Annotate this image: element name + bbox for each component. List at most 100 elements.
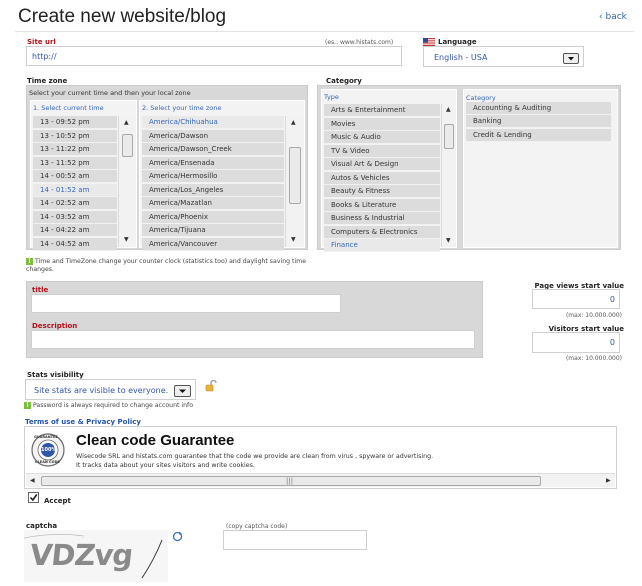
pageviews-value: 0 bbox=[609, 295, 615, 304]
type-list[interactable]: Type Arts & Entertainment Movies Music & A… bbox=[321, 89, 457, 252]
time-option[interactable]: 14 - 04:52 am bbox=[33, 237, 117, 251]
site-url-input[interactable]: http:// bbox=[26, 46, 402, 66]
stats-note: i Password is always required to change … bbox=[24, 402, 193, 409]
accept-checkbox[interactable] bbox=[28, 492, 39, 503]
type-option[interactable]: Finance bbox=[324, 239, 440, 252]
zone-option[interactable]: America/Mazatlan bbox=[142, 197, 284, 210]
timezone-instruction: Select your current time and then your l… bbox=[29, 89, 191, 97]
scroll-down-arrow-icon[interactable]: ▼ bbox=[446, 238, 451, 244]
time-list-header: 1. Select current time bbox=[33, 104, 104, 112]
zone-list-header: 2. Select your time zone bbox=[142, 104, 222, 112]
pageviews-input[interactable]: 0 bbox=[532, 289, 620, 309]
visitors-value: 0 bbox=[609, 338, 615, 347]
zone-option[interactable]: America/Hermosillo bbox=[142, 170, 284, 183]
zone-option[interactable]: America/Tijuana bbox=[142, 224, 284, 237]
type-option[interactable]: Beauty & Fitness bbox=[324, 185, 440, 198]
type-option[interactable]: Visual Art & Design bbox=[324, 158, 440, 171]
zone-option[interactable]: America/Los_Angeles bbox=[142, 183, 284, 197]
time-scrollbar[interactable]: ▲ ▼ bbox=[118, 116, 136, 247]
zone-option[interactable]: America/Chihuahua bbox=[142, 116, 284, 129]
zone-option[interactable]: America/Phoenix bbox=[142, 210, 284, 224]
category-label: Category bbox=[326, 77, 362, 85]
time-option[interactable]: 13 - 11:52 pm bbox=[33, 156, 117, 170]
stats-visibility-select[interactable]: Site stats are visible to everyone. bbox=[25, 379, 196, 400]
scroll-up-arrow-icon[interactable]: ▲ bbox=[291, 120, 296, 126]
terms-heading: Clean code Guarantee bbox=[76, 432, 235, 449]
grip-icon: ||| bbox=[286, 477, 294, 485]
captcha-text: VDZvg bbox=[28, 538, 135, 572]
terms-link[interactable]: Terms of use & Privacy Policy bbox=[25, 418, 141, 426]
site-url-example: (es.: www.histats.com) bbox=[325, 39, 394, 46]
time-option[interactable]: 13 - 11:22 pm bbox=[33, 143, 117, 156]
terms-line2: It tracks data about your sites visitors… bbox=[76, 462, 255, 469]
scroll-down-arrow-icon[interactable]: ▼ bbox=[124, 237, 129, 243]
scroll-down-arrow-icon[interactable]: ▼ bbox=[291, 237, 296, 243]
timezone-note: i Time and TimeZone change your counter … bbox=[26, 258, 316, 274]
type-option[interactable]: Business & Industrial bbox=[324, 212, 440, 225]
scroll-up-arrow-icon[interactable]: ▲ bbox=[124, 120, 129, 126]
subcategory-option[interactable]: Accounting & Auditing bbox=[466, 102, 611, 115]
badge-top-text: GUARANTEE bbox=[34, 435, 58, 439]
type-option[interactable]: Books & Literature bbox=[324, 198, 440, 212]
time-option[interactable]: 13 - 10:52 pm bbox=[33, 129, 117, 143]
title-input[interactable] bbox=[31, 294, 341, 313]
type-list-header: Type bbox=[324, 93, 339, 101]
type-scrollbar[interactable]: ▲ ▼ bbox=[441, 104, 456, 247]
subcategory-option[interactable]: Credit & Lending bbox=[466, 128, 611, 142]
scroll-right-arrow-icon[interactable]: ▶ bbox=[606, 478, 611, 484]
time-option[interactable]: 14 - 01:52 am bbox=[33, 183, 117, 197]
time-option[interactable]: 14 - 03:52 am bbox=[33, 210, 117, 224]
time-list[interactable]: 1. Select current time 13 - 09:52 pm 13 -… bbox=[30, 100, 137, 251]
visitors-max: (max: 10.000.000) bbox=[565, 355, 622, 362]
language-select[interactable]: English - USA bbox=[423, 46, 584, 67]
type-option[interactable]: Autos & Vehicles bbox=[324, 171, 440, 185]
title-label: title bbox=[32, 286, 49, 294]
type-option[interactable]: Computers & Electronics bbox=[324, 225, 440, 239]
terms-box: GUARANTEE 100% CLEAN CODE Clean code Gua… bbox=[24, 426, 617, 489]
refresh-icon[interactable] bbox=[172, 531, 183, 542]
zone-option[interactable]: America/Dawson_Creek bbox=[142, 143, 284, 156]
guarantee-badge-icon: GUARANTEE 100% CLEAN CODE bbox=[31, 433, 65, 467]
stats-dropdown-icon[interactable] bbox=[174, 385, 191, 397]
time-scroll-thumb[interactable] bbox=[122, 134, 133, 157]
pageviews-max: (max: 10.000.000) bbox=[565, 312, 622, 319]
terms-line1: Wisecode SRL and histats.com guarantee t… bbox=[76, 453, 434, 460]
time-option[interactable]: 14 - 00:52 am bbox=[33, 170, 117, 183]
language-label: Language bbox=[438, 38, 477, 46]
scroll-left-arrow-icon[interactable]: ◀ bbox=[30, 478, 35, 484]
time-option[interactable]: 14 - 02:52 am bbox=[33, 197, 117, 210]
page-title: Create new website/blog bbox=[18, 6, 227, 27]
type-option[interactable]: Arts & Entertainment bbox=[324, 104, 440, 117]
terms-h-scrollbar[interactable]: ◀ ||| ▶ bbox=[26, 473, 615, 487]
subcategory-list[interactable]: Category Accounting & Auditing Banking Cre… bbox=[463, 89, 618, 248]
zone-option[interactable]: America/Dawson bbox=[142, 129, 284, 143]
scroll-up-arrow-icon[interactable]: ▲ bbox=[446, 107, 451, 113]
zone-scrollbar[interactable]: ▲ ▼ bbox=[285, 116, 304, 247]
zone-option[interactable]: America/Ensenada bbox=[142, 156, 284, 170]
timezone-panel: Select your current time and then your l… bbox=[26, 85, 308, 251]
type-option[interactable]: Music & Audio bbox=[324, 131, 440, 144]
type-option[interactable]: TV & Video bbox=[324, 144, 440, 158]
type-scroll-thumb[interactable] bbox=[444, 124, 454, 149]
type-option[interactable]: Movies bbox=[324, 117, 440, 131]
zone-option[interactable]: America/Vancouver bbox=[142, 237, 284, 251]
time-option[interactable]: 13 - 09:52 pm bbox=[33, 116, 117, 129]
back-link[interactable]: ‹ back bbox=[599, 12, 627, 22]
subcategory-list-header: Category bbox=[466, 94, 496, 102]
timezone-label: Time zone bbox=[27, 77, 68, 85]
back-arrow-icon: ‹ bbox=[599, 12, 603, 22]
time-option[interactable]: 14 - 04:22 am bbox=[33, 224, 117, 237]
stats-visibility-label: Stats visibility bbox=[27, 371, 84, 379]
language-dropdown-icon[interactable] bbox=[563, 53, 579, 64]
terms-scroll-thumb[interactable]: ||| bbox=[41, 476, 541, 486]
site-url-value: http:// bbox=[32, 52, 57, 61]
zone-scroll-thumb[interactable] bbox=[289, 147, 301, 204]
info-icon: i bbox=[24, 402, 31, 409]
subcategory-option[interactable]: Banking bbox=[466, 115, 611, 129]
visitors-input[interactable]: 0 bbox=[532, 332, 620, 353]
captcha-input[interactable] bbox=[223, 530, 367, 550]
category-panel: Type Arts & Entertainment Movies Music & A… bbox=[317, 85, 621, 252]
accept-label: Accept bbox=[44, 497, 71, 505]
zone-list[interactable]: 2. Select your time zone America/Chihuah… bbox=[139, 100, 305, 251]
description-input[interactable] bbox=[31, 330, 475, 349]
